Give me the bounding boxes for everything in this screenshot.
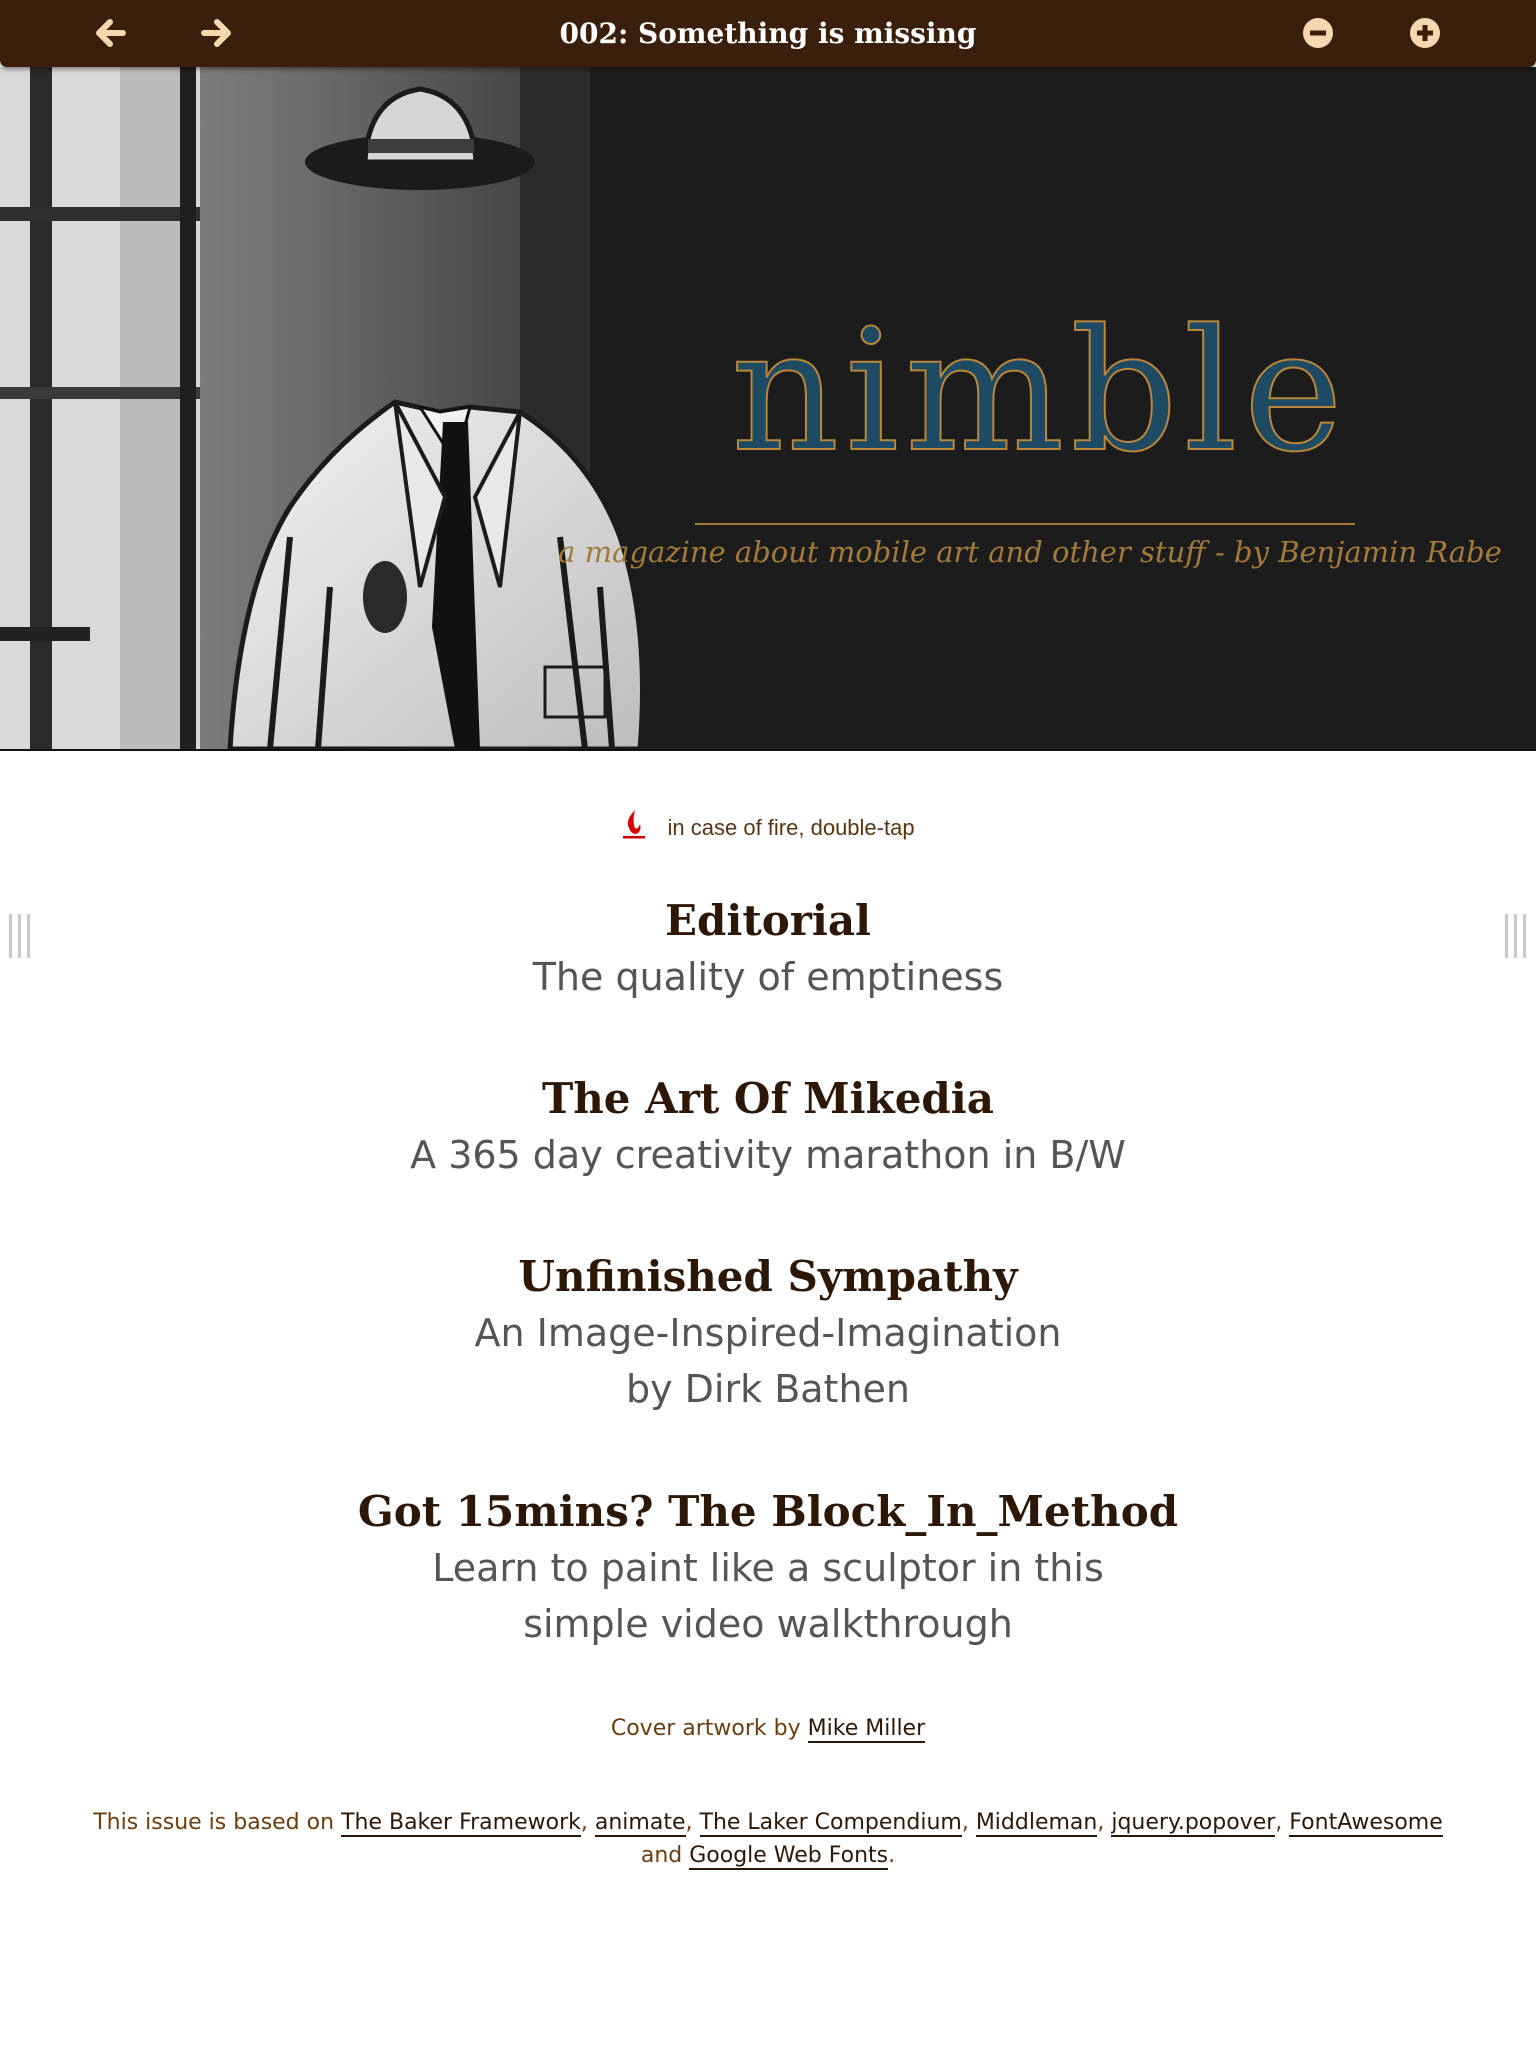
footer-link-fontawesome[interactable]: FontAwesome (1289, 1810, 1443, 1837)
footer-link-baker[interactable]: The Baker Framework (341, 1810, 581, 1837)
back-button[interactable] (90, 13, 130, 53)
artist-link[interactable]: Mike Miller (807, 1716, 926, 1743)
zoom-in-button[interactable] (1405, 13, 1445, 53)
toc-title: Editorial (664, 896, 871, 945)
flame-icon (623, 810, 646, 839)
toc-item[interactable]: Editorial The quality of emptiness (0, 893, 1536, 1005)
magazine-logo: nimble (730, 293, 1349, 489)
issue-title: 002: Something is missing (559, 17, 977, 50)
footer-link-laker[interactable]: The Laker Compendium (699, 1810, 962, 1837)
toc-title: Unfinished Sympathy (518, 1252, 1018, 1301)
arrow-right-icon (201, 19, 231, 47)
arrow-left-icon (96, 19, 126, 47)
toc-item[interactable]: Unfinished Sympathy An Image-Inspired-Im… (0, 1249, 1536, 1417)
toc-title: The Art Of Mikedia (542, 1074, 994, 1123)
cover-artwork[interactable]: nimble a magazine about mobile art and o… (0, 67, 1536, 751)
credit-prefix: Cover artwork by (610, 1716, 801, 1741)
toc-subtitle: Learn to paint like a sculptor in this s… (432, 1546, 1104, 1646)
zoom-out-button[interactable] (1298, 13, 1338, 53)
footer-and: and (640, 1843, 683, 1868)
toc-subtitle: A 365 day creativity marathon in B/W (410, 1133, 1126, 1177)
fire-hint-text: in case of fire, double-tap (667, 815, 915, 841)
toc-subtitle: An Image-Inspired-Imagination by Dirk Ba… (474, 1311, 1062, 1411)
fire-hint: in case of fire, double-tap (0, 808, 1536, 841)
toc-subtitle: The quality of emptiness (532, 955, 1004, 999)
minus-circle-icon (1303, 18, 1333, 48)
footer-link-google-fonts[interactable]: Google Web Fonts (689, 1843, 889, 1870)
toc-item[interactable]: Got 15mins? The Block_In_Method Learn to… (0, 1484, 1536, 1652)
logo-underline (695, 523, 1355, 525)
cover-credit: Cover artwork by Mike Miller (0, 1716, 1536, 1743)
footer-end: . (888, 1843, 896, 1868)
footer-link-middleman[interactable]: Middleman (975, 1810, 1098, 1837)
forward-button[interactable] (197, 13, 237, 53)
plus-circle-icon (1410, 18, 1440, 48)
toc-title: Got 15mins? The Block_In_Method (357, 1487, 1179, 1536)
footer-link-animate[interactable]: animate (594, 1810, 686, 1837)
footer-prefix: This issue is based on (93, 1810, 335, 1835)
footer-link-popover[interactable]: jquery.popover (1111, 1810, 1276, 1837)
magazine-tagline: a magazine about mobile art and other st… (558, 535, 1502, 569)
top-toolbar: 002: Something is missing (0, 0, 1536, 67)
footer-credits: This issue is based on The Baker Framewo… (93, 1810, 1443, 1870)
toc-item[interactable]: The Art Of Mikedia A 365 day creativity … (0, 1071, 1536, 1183)
